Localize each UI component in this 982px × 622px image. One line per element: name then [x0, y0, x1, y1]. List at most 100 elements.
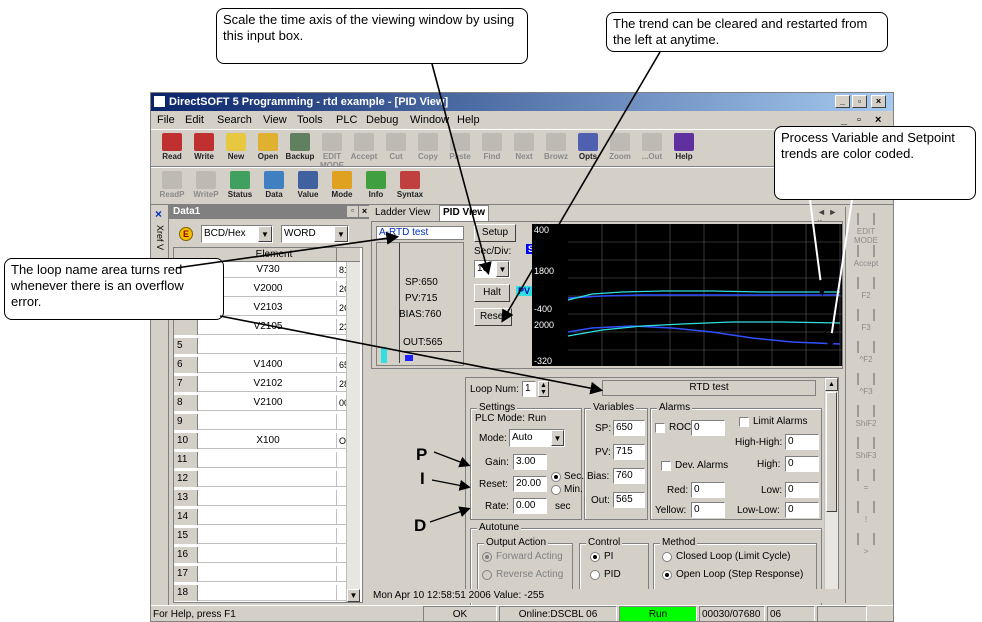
edit-mode-button[interactable]: EDIT MODE: [846, 213, 886, 245]
tab-pid-view[interactable]: PID View: [439, 205, 490, 221]
paste-button[interactable]: Paste: [445, 131, 475, 167]
var-pv-input[interactable]: 715: [613, 444, 645, 460]
table-row[interactable]: 11: [174, 452, 360, 468]
find-button[interactable]: Find: [477, 131, 507, 167]
element-cell[interactable]: [202, 585, 334, 601]
edit-mode-button[interactable]: EDIT MODE: [317, 131, 347, 170]
minimize-button[interactable]: _: [835, 95, 850, 108]
cut-button[interactable]: Cut: [381, 131, 411, 167]
limit-alarms-checkbox[interactable]: [739, 417, 749, 427]
scroll-up-icon[interactable]: ▲: [825, 378, 838, 391]
menu-tools[interactable]: Tools: [297, 111, 323, 129]
table-row[interactable]: 9: [174, 414, 360, 430]
next-button[interactable]: Next: [509, 131, 539, 167]
chevron-down-icon[interactable]: ▼: [334, 226, 348, 242]
menu-window[interactable]: Window: [410, 111, 449, 129]
reset-trend-button[interactable]: Reset: [474, 308, 512, 326]
dev-alarms-checkbox[interactable]: [661, 461, 671, 471]
sec-div-input[interactable]: 10 ▼: [474, 260, 510, 278]
element-cell[interactable]: [202, 338, 334, 354]
browse-button[interactable]: Browz: [541, 131, 571, 167]
scroll-thumb[interactable]: [826, 392, 837, 512]
table-row[interactable]: 12: [174, 471, 360, 487]
yellow-input[interactable]: 0: [691, 502, 725, 518]
element-cell[interactable]: [202, 547, 334, 563]
table-row[interactable]: 16: [174, 547, 360, 563]
pi-radio[interactable]: [590, 552, 600, 562]
var-out-input[interactable]: 565: [613, 492, 645, 508]
table-row[interactable]: 7V210228,: [174, 376, 360, 392]
red-input[interactable]: 0: [691, 482, 725, 498]
write-button[interactable]: Write: [189, 131, 219, 167]
var-sp-input[interactable]: 650: [613, 420, 645, 436]
edge-contact-button[interactable]: ^F2: [846, 341, 886, 367]
chevron-down-icon[interactable]: ▼: [496, 261, 509, 277]
element-cell[interactable]: V2100: [202, 395, 334, 411]
new-button[interactable]: New: [221, 131, 251, 167]
shift-contact-closed-button[interactable]: ShiF3: [846, 437, 886, 463]
table-row[interactable]: 13: [174, 490, 360, 506]
menu-edit[interactable]: Edit: [185, 111, 204, 129]
copy-button[interactable]: Copy: [413, 131, 443, 167]
close-button[interactable]: ×: [871, 95, 886, 108]
pid-radio[interactable]: [590, 570, 600, 580]
loop-num-input[interactable]: 1: [522, 381, 536, 397]
rate-input[interactable]: 0.00: [513, 498, 547, 514]
loop-num-spinner[interactable]: ▲ ▼: [538, 381, 549, 397]
menu-debug[interactable]: Debug: [366, 111, 398, 129]
element-cell[interactable]: [202, 452, 334, 468]
restore-button[interactable]: ▫: [852, 95, 867, 108]
open-loop-radio[interactable]: [662, 570, 672, 580]
var-bias-input[interactable]: 760: [613, 468, 645, 484]
edge-contact-closed-button[interactable]: ^F3: [846, 373, 886, 399]
element-cell[interactable]: V2105: [202, 319, 334, 335]
status-button[interactable]: Status: [225, 169, 255, 205]
low-input[interactable]: 0: [785, 482, 819, 498]
table-row[interactable]: 14: [174, 509, 360, 525]
help-button[interactable]: Help: [669, 131, 699, 167]
element-cell[interactable]: [202, 490, 334, 506]
setup-button[interactable]: Setup: [474, 224, 516, 242]
size-select[interactable]: WORD ▼: [281, 225, 349, 243]
zoom-out-button[interactable]: ...Out: [637, 131, 667, 167]
menu-search[interactable]: Search: [217, 111, 252, 129]
menu-view[interactable]: View: [263, 111, 287, 129]
reset-input[interactable]: 20.00: [513, 476, 547, 492]
high-high-input[interactable]: 0: [785, 434, 819, 450]
options-button[interactable]: Opts: [573, 131, 603, 167]
compare-not-button[interactable]: !: [846, 501, 886, 527]
element-cell[interactable]: [202, 566, 334, 582]
table-row[interactable]: 17: [174, 566, 360, 582]
settings-scrollbar[interactable]: ▲ ▼: [824, 378, 838, 602]
data-button[interactable]: Data: [259, 169, 289, 205]
element-cell[interactable]: [202, 471, 334, 487]
table-row[interactable]: 6V140065(: [174, 357, 360, 373]
menu-help[interactable]: Help: [457, 111, 480, 129]
roc-checkbox[interactable]: [655, 423, 665, 433]
reverse-acting-radio[interactable]: [482, 570, 492, 580]
data-panel-restore-icon[interactable]: ▫: [347, 206, 358, 217]
backup-button[interactable]: Backup: [285, 131, 315, 167]
reset-sec-radio[interactable]: [551, 472, 561, 482]
element-cell[interactable]: [202, 528, 334, 544]
tab-ladder-view[interactable]: Ladder View: [375, 207, 430, 218]
open-button[interactable]: Open: [253, 131, 283, 167]
write-program-button[interactable]: WriteP: [191, 169, 221, 205]
compare-equal-button[interactable]: =: [846, 469, 886, 495]
element-cell[interactable]: [202, 414, 334, 430]
table-row[interactable]: 18: [174, 585, 360, 601]
shift-contact-button[interactable]: ShiF2: [846, 405, 886, 431]
data-panel-close-icon[interactable]: ×: [359, 206, 370, 217]
mode-button[interactable]: Mode: [327, 169, 357, 205]
menu-plc[interactable]: PLC: [336, 111, 357, 129]
read-program-button[interactable]: ReadP: [157, 169, 187, 205]
element-cell[interactable]: V2102: [202, 376, 334, 392]
close-xref-icon[interactable]: ×: [155, 207, 162, 221]
reset-min-radio[interactable]: [551, 485, 561, 495]
chevron-down-icon[interactable]: ▼: [258, 226, 272, 242]
table-row[interactable]: 15: [174, 528, 360, 544]
grid-scrollbar[interactable]: ▼: [346, 262, 360, 602]
high-input[interactable]: 0: [785, 456, 819, 472]
halt-button[interactable]: Halt: [474, 284, 510, 302]
low-low-input[interactable]: 0: [785, 502, 819, 518]
